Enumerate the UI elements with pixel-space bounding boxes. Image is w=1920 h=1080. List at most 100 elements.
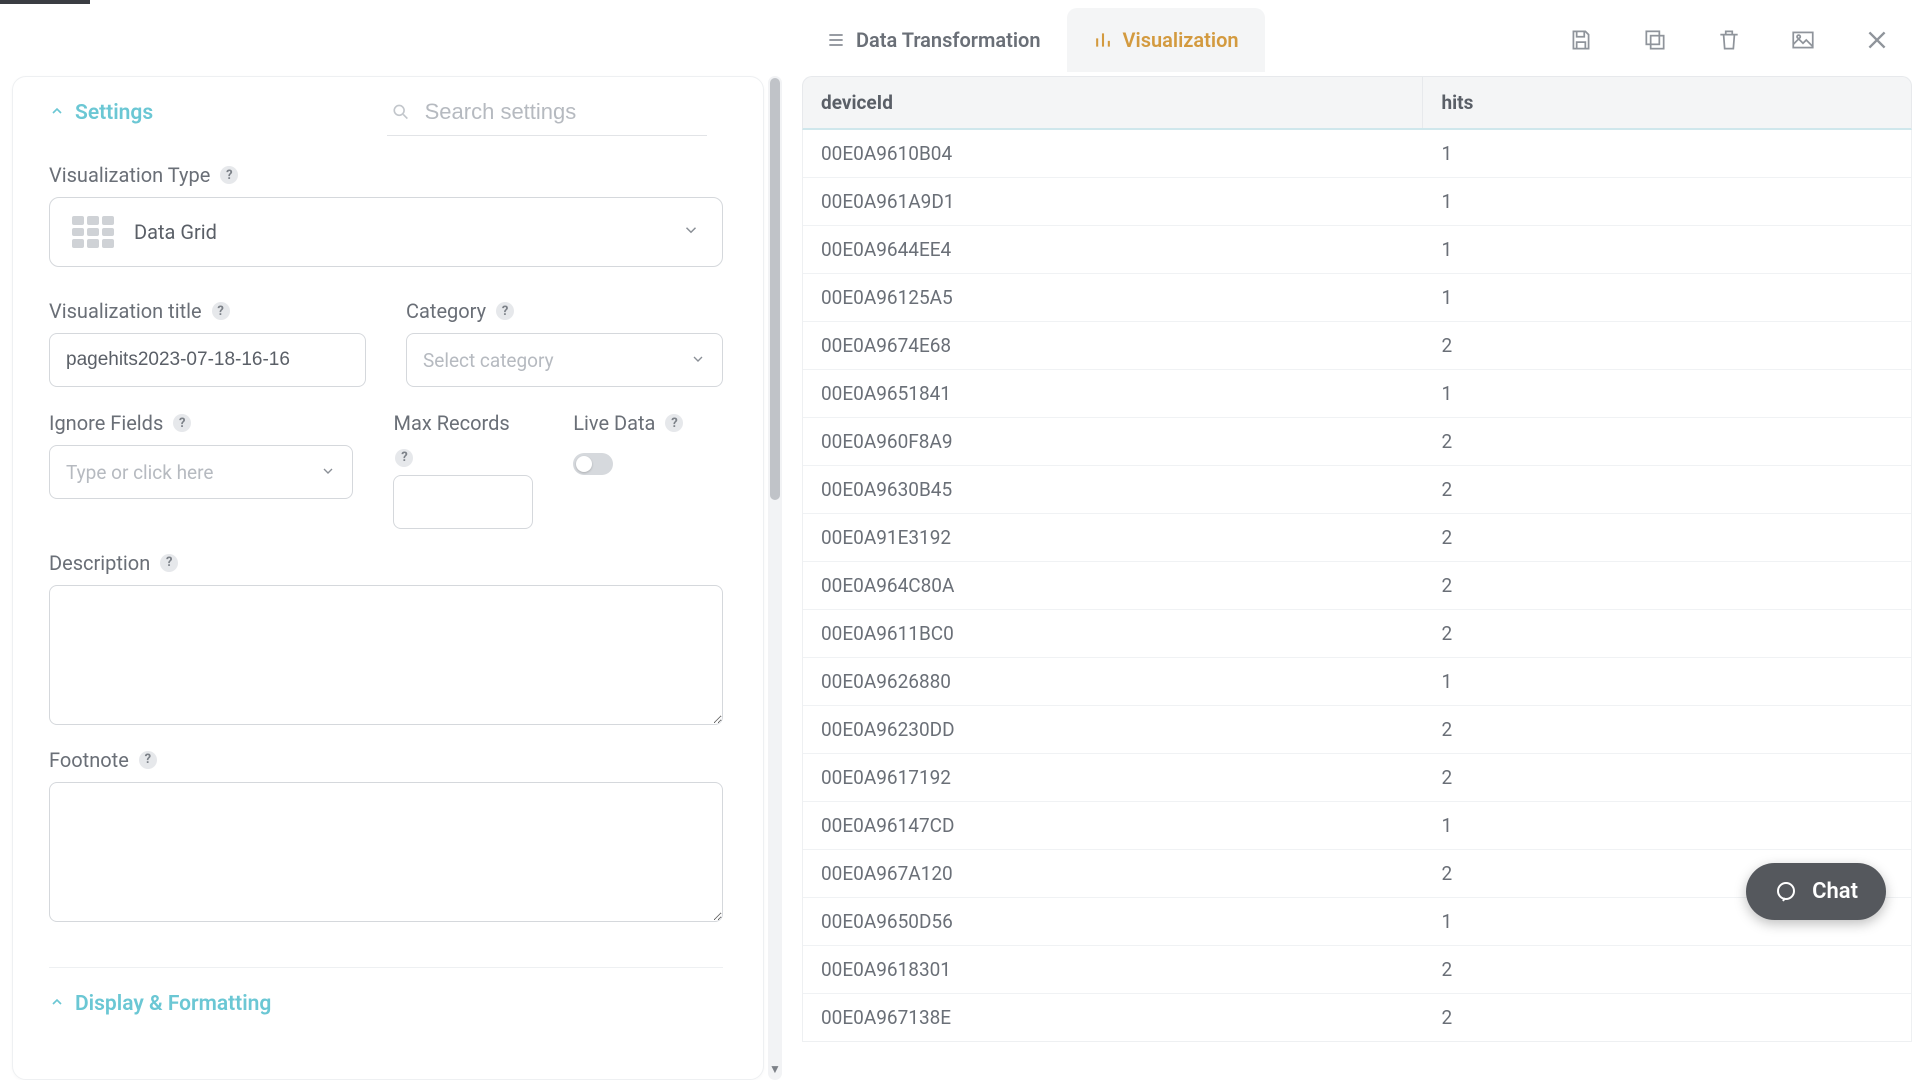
table-row[interactable]: 00E0A9630B452 — [803, 466, 1911, 514]
table-row[interactable]: 00E0A91E31922 — [803, 514, 1911, 562]
table-row[interactable]: 00E0A960F8A92 — [803, 418, 1911, 466]
cell-hits: 2 — [1423, 322, 1911, 369]
export-image-icon[interactable] — [1788, 25, 1818, 55]
table-row[interactable]: 00E0A967138E2 — [803, 994, 1911, 1041]
table-row[interactable]: 00E0A9674E682 — [803, 322, 1911, 370]
cell-hits: 2 — [1423, 706, 1911, 753]
visualization-type-select[interactable]: Data Grid — [49, 197, 723, 267]
cell-deviceid: 00E0A964C80A — [803, 562, 1423, 609]
viz-title-field[interactable] — [66, 349, 349, 371]
table-row[interactable]: 00E0A96171922 — [803, 754, 1911, 802]
cell-deviceid: 00E0A9674E68 — [803, 322, 1423, 369]
chat-label: Chat — [1812, 879, 1858, 904]
table-row[interactable]: 00E0A9650D561 — [803, 898, 1911, 946]
cell-deviceid: 00E0A96230DD — [803, 706, 1423, 753]
table-row[interactable]: 00E0A96147CD1 — [803, 802, 1911, 850]
footnote-textarea[interactable] — [49, 782, 723, 922]
table-row[interactable]: 00E0A96125A51 — [803, 274, 1911, 322]
trash-icon[interactable] — [1714, 25, 1744, 55]
section-title: Display & Formatting — [75, 992, 271, 1016]
search-settings[interactable] — [387, 95, 707, 136]
close-icon[interactable] — [1862, 25, 1892, 55]
cell-deviceid: 00E0A960F8A9 — [803, 418, 1423, 465]
live-data-toggle[interactable] — [573, 453, 613, 475]
ignore-fields-placeholder: Type or click here — [66, 461, 213, 484]
help-icon[interactable]: ? — [173, 414, 191, 432]
cell-deviceid: 00E0A9617192 — [803, 754, 1423, 801]
table-row[interactable]: 00E0A96230DD2 — [803, 706, 1911, 754]
viz-type-label: Visualization Type ? — [49, 163, 723, 187]
description-textarea[interactable] — [49, 585, 723, 725]
cell-deviceid: 00E0A96125A5 — [803, 274, 1423, 321]
cell-hits: 1 — [1423, 658, 1911, 705]
section-title: Settings — [75, 101, 153, 125]
column-header-hits[interactable]: hits — [1423, 77, 1911, 128]
display-formatting-section-header[interactable]: Display & Formatting — [49, 967, 723, 1016]
column-header-deviceid[interactable]: deviceId — [803, 77, 1423, 128]
tab-label: Visualization — [1123, 28, 1239, 52]
chevron-down-icon — [690, 349, 706, 372]
cell-hits: 2 — [1423, 946, 1911, 993]
cell-hits: 2 — [1423, 994, 1911, 1041]
cell-deviceid: 00E0A9611BC0 — [803, 610, 1423, 657]
table-row[interactable]: 00E0A961A9D11 — [803, 178, 1911, 226]
help-icon[interactable]: ? — [220, 166, 238, 184]
bar-chart-icon — [1093, 30, 1113, 50]
cell-hits: 1 — [1423, 130, 1911, 177]
copy-icon[interactable] — [1640, 25, 1670, 55]
table-row[interactable]: 00E0A9610B041 — [803, 130, 1911, 178]
list-icon — [826, 30, 846, 50]
cell-hits: 2 — [1423, 562, 1911, 609]
ignore-fields-label: Ignore Fields ? — [49, 411, 353, 435]
tab-data-transformation[interactable]: Data Transformation — [800, 8, 1067, 72]
table-row[interactable]: 00E0A9644EE41 — [803, 226, 1911, 274]
help-icon[interactable]: ? — [496, 302, 514, 320]
cell-hits: 2 — [1423, 466, 1911, 513]
search-input[interactable] — [425, 99, 703, 125]
chevron-up-icon — [49, 101, 65, 125]
category-label: Category ? — [406, 299, 723, 323]
search-icon — [391, 101, 411, 123]
chevron-up-icon — [49, 992, 65, 1016]
ignore-fields-select[interactable]: Type or click here — [49, 445, 353, 499]
table-row[interactable]: 00E0A964C80A2 — [803, 562, 1911, 610]
max-records-input[interactable] — [393, 475, 533, 529]
cell-hits: 2 — [1423, 610, 1911, 657]
category-placeholder: Select category — [423, 349, 554, 372]
chevron-down-icon — [682, 221, 700, 244]
help-icon[interactable]: ? — [160, 554, 178, 572]
cell-deviceid: 00E0A9644EE4 — [803, 226, 1423, 273]
scroll-thumb[interactable] — [770, 78, 780, 500]
grid-header: deviceId hits — [802, 76, 1912, 130]
cell-deviceid: 00E0A96147CD — [803, 802, 1423, 849]
table-row[interactable]: 00E0A96183012 — [803, 946, 1911, 994]
table-row[interactable]: 00E0A96268801 — [803, 658, 1911, 706]
description-label: Description ? — [49, 551, 723, 575]
settings-scrollbar[interactable]: ▼ — [768, 76, 782, 1080]
viz-title-label: Visualization title ? — [49, 299, 366, 323]
cell-hits: 2 — [1423, 418, 1911, 465]
table-row[interactable]: 00E0A96518411 — [803, 370, 1911, 418]
help-icon[interactable]: ? — [139, 751, 157, 769]
tab-visualization[interactable]: Visualization — [1067, 8, 1265, 72]
help-icon[interactable]: ? — [665, 414, 683, 432]
live-data-label: Live Data ? — [573, 411, 723, 435]
table-row[interactable]: 00E0A967A1202 — [803, 850, 1911, 898]
max-records-label: Max Records — [393, 411, 533, 435]
cell-hits: 2 — [1423, 514, 1911, 561]
save-icon[interactable] — [1566, 25, 1596, 55]
help-icon[interactable]: ? — [212, 302, 230, 320]
chat-button[interactable]: Chat — [1746, 863, 1886, 920]
settings-panel: Settings Visualization Type ? Data Grid — [12, 76, 764, 1080]
table-row[interactable]: 00E0A9611BC02 — [803, 610, 1911, 658]
cell-deviceid: 00E0A967A120 — [803, 850, 1423, 897]
max-records-field[interactable] — [410, 491, 516, 513]
scroll-down-icon[interactable]: ▼ — [768, 1062, 782, 1076]
help-icon[interactable]: ? — [395, 449, 413, 467]
category-select[interactable]: Select category — [406, 333, 723, 387]
cell-deviceid: 00E0A9630B45 — [803, 466, 1423, 513]
tab-label: Data Transformation — [856, 28, 1041, 52]
visualization-title-input[interactable] — [49, 333, 366, 387]
data-grid-icon — [72, 216, 114, 248]
cell-hits: 1 — [1423, 178, 1911, 225]
